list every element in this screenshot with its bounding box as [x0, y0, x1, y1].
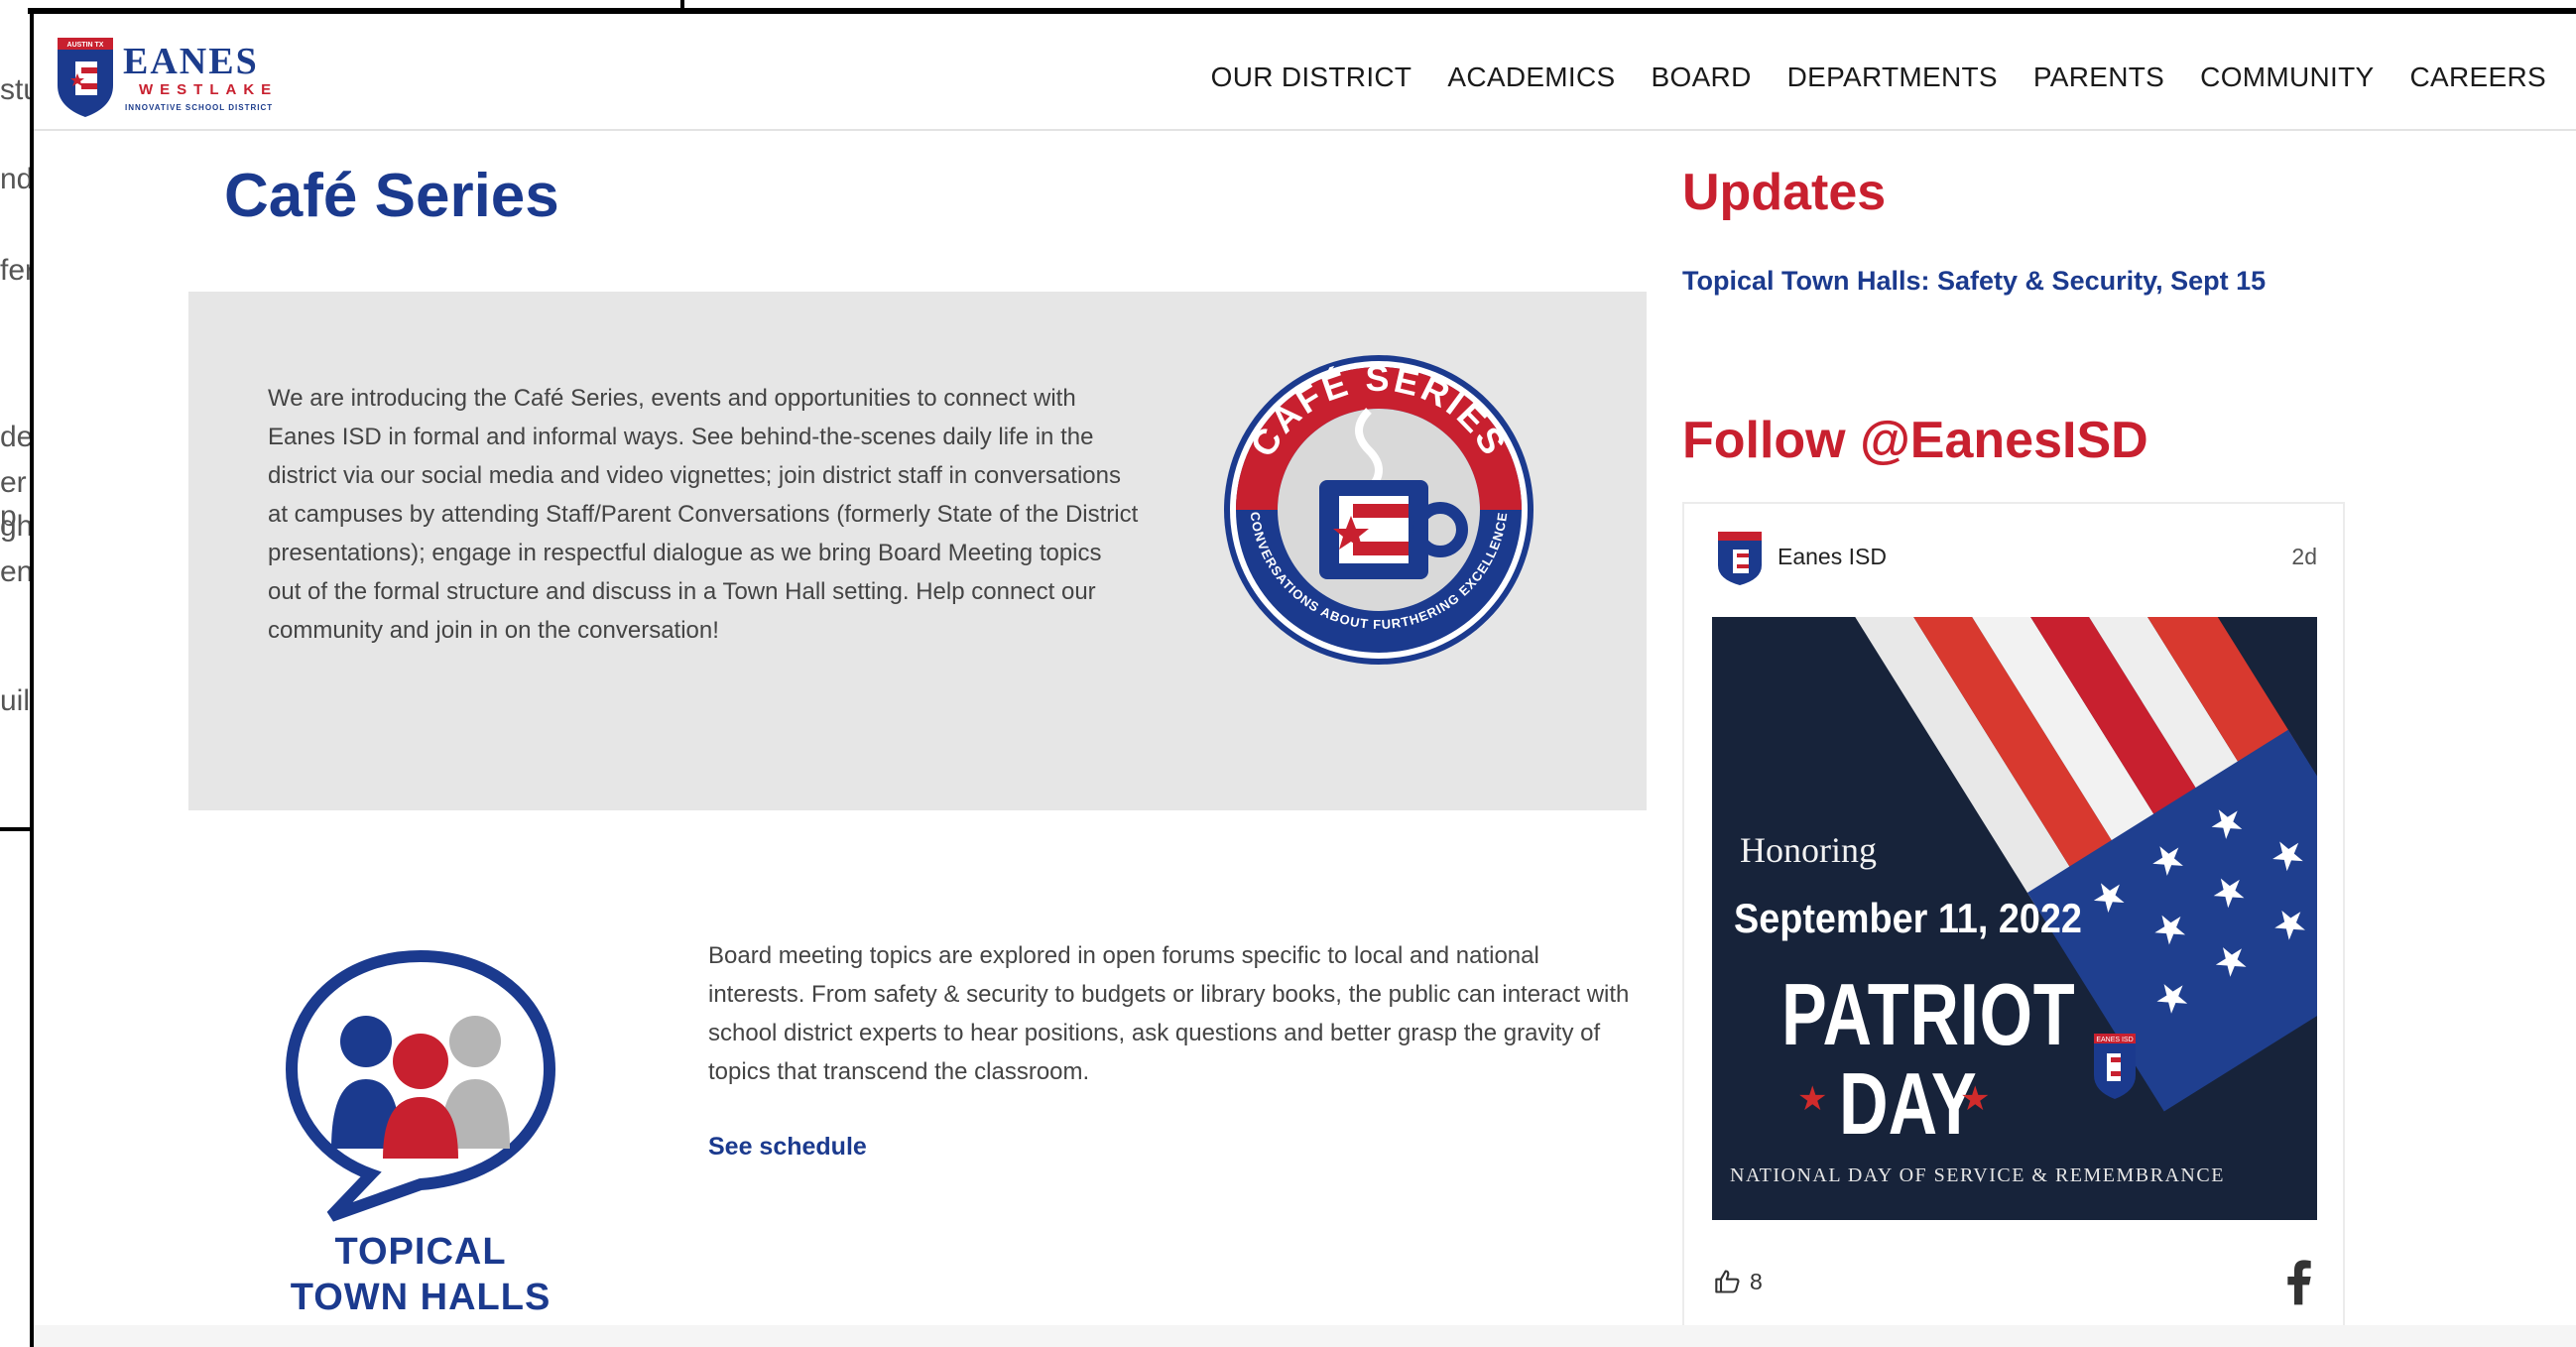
nav-board[interactable]: BOARD	[1652, 61, 1752, 93]
background-window: stu nd fer de er p gh en uil	[0, 0, 30, 813]
intro-panel: We are introducing the Café Series, even…	[188, 292, 1647, 810]
post-image-date: September 11, 2022	[1734, 895, 2082, 941]
red-star-icon: ★	[1960, 1080, 1991, 1118]
page-title: Café Series	[224, 162, 559, 230]
background-text: gh	[0, 510, 30, 543]
nav-parents[interactable]: PARENTS	[2033, 61, 2164, 93]
nav-careers[interactable]: CAREERS	[2410, 61, 2546, 93]
post-image-honoring: Honoring	[1740, 830, 1877, 870]
town-halls-logo-line2: TOWN HALLS	[291, 1277, 552, 1318]
post-time: 2d	[2291, 544, 2317, 569]
town-halls-text: Board meeting topics are explored in ope…	[708, 942, 1630, 1085]
post-image-day: DAY	[1839, 1054, 1977, 1153]
background-text: en	[0, 555, 30, 588]
eanes-avatar-icon[interactable]	[1718, 532, 1762, 585]
see-schedule-link[interactable]: See schedule	[708, 1133, 867, 1162]
post-author[interactable]: Eanes ISD	[1778, 544, 1887, 570]
shield-logo-icon: AUSTIN TX	[58, 38, 113, 117]
post-image-patriot: PATRIOT	[1781, 965, 2076, 1063]
logo-tagline: INNOVATIVE SCHOOL DISTRICT	[125, 103, 274, 112]
thumbs-up-icon[interactable]	[1714, 1268, 1742, 1295]
cafe-series-badge: CAFÉ SERIES CONVERSATIONS ABOUT FURTHERI…	[1220, 351, 1537, 669]
intro-text: We are introducing the Café Series, even…	[268, 385, 1139, 644]
site-header: AUSTIN TX EANES WESTLAKE INNOVATIVE SCHO…	[34, 14, 2576, 131]
page-bottom-edge	[34, 1325, 2576, 1347]
background-text: uil	[0, 684, 30, 717]
logo-sub: WESTLAKE	[139, 81, 279, 98]
nav-our-district[interactable]: OUR DISTRICT	[1211, 61, 1412, 93]
logo-name: EANES	[123, 41, 259, 82]
like-count: 8	[1750, 1268, 1763, 1294]
post-image[interactable]: ★ ★ ★ ★ ★ ★ ★ ★ ★ EANES ISD Honoring Sep…	[1712, 617, 2317, 1220]
nav-academics[interactable]: ACADEMICS	[1447, 61, 1615, 93]
site-logo[interactable]: AUSTIN TX EANES WESTLAKE INNOVATIVE SCHO…	[56, 38, 284, 117]
town-halls-logo-line1: TOPICAL	[334, 1231, 506, 1273]
facebook-icon[interactable]	[2279, 1258, 2319, 1305]
post-image-badge: EANES ISD	[2096, 1037, 2133, 1043]
window-edge	[28, 0, 2576, 14]
updates-link[interactable]: Topical Town Halls: Safety & Security, S…	[1682, 266, 2266, 297]
social-post-card: Eanes ISD 2d ★ ★ ★ ★ ★ ★ ★ ★ ★ EANES ISD…	[1682, 502, 2345, 1347]
cafe-series-logo-icon: CAFÉ SERIES CONVERSATIONS ABOUT FURTHERI…	[1224, 355, 1533, 665]
window-divider	[680, 0, 684, 14]
nav-departments[interactable]: DEPARTMENTS	[1787, 61, 1998, 93]
background-text: fer	[0, 254, 30, 287]
updates-title: Updates	[1682, 164, 1887, 221]
post-image-footer: NATIONAL DAY OF SERVICE & REMEMBRANCE	[1730, 1164, 2225, 1186]
background-text: stu	[0, 73, 30, 106]
browser-page: AUSTIN TX EANES WESTLAKE INNOVATIVE SCHO…	[30, 14, 2576, 1347]
town-hall-people-icon: TOPICAL TOWN HALLS	[285, 949, 556, 1318]
post-likes[interactable]: 8	[1714, 1268, 1763, 1295]
nav-community[interactable]: COMMUNITY	[2200, 61, 2374, 93]
topical-town-halls-logo: TOPICAL TOWN HALLS	[272, 949, 569, 1327]
logo-badge-text: AUSTIN TX	[67, 42, 104, 49]
background-text: de	[0, 421, 30, 453]
background-text: nd	[0, 163, 30, 195]
red-star-icon: ★	[1797, 1080, 1828, 1118]
main-nav: OUR DISTRICT ACADEMICS BOARD DEPARTMENTS…	[1211, 61, 2546, 93]
follow-title: Follow @EanesISD	[1682, 412, 2148, 469]
